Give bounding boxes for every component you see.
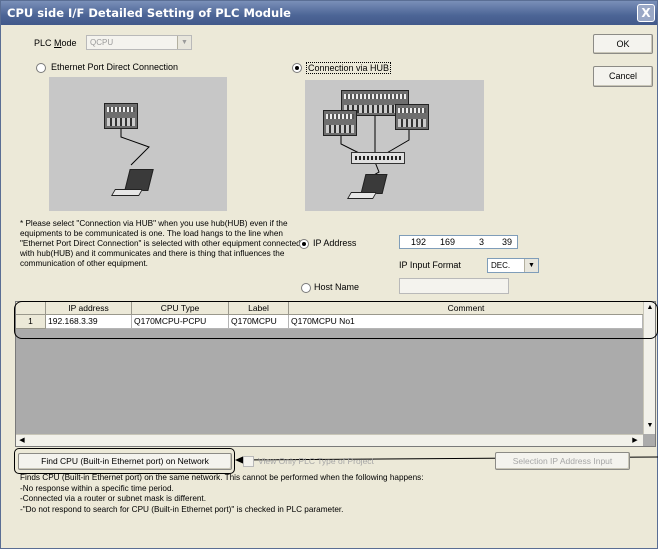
scroll-right-icon[interactable]: ▶: [629, 435, 641, 447]
cancel-button[interactable]: Cancel: [593, 66, 653, 87]
ok-button[interactable]: OK: [593, 34, 653, 54]
horizontal-scrollbar[interactable]: ◀ ▶: [16, 434, 643, 446]
direct-connection-label: Ethernet Port Direct Connection: [51, 62, 179, 72]
combo-arrow-icon: ▼: [524, 259, 538, 272]
host-name-radio[interactable]: [301, 283, 311, 293]
ip-octet-4: 39: [501, 237, 512, 247]
laptop-base-image: [346, 192, 378, 199]
find-cpu-description: Finds CPU (Built-in Ethernet port) on th…: [20, 473, 424, 514]
ip-input-format-select[interactable]: DEC. ▼: [487, 258, 539, 273]
direct-connection-diagram: [49, 77, 227, 211]
combo-arrow-icon: ▼: [177, 36, 191, 49]
hub-connection-diagram: [305, 80, 484, 211]
ip-address-label: IP Address: [313, 238, 357, 248]
view-only-label: View Only PLC Type of Project: [258, 456, 374, 466]
window-title: CPU side I/F Detailed Setting of PLC Mod…: [7, 6, 291, 20]
ip-octet-1: 192: [410, 237, 426, 247]
find-cpu-highlight: [14, 448, 235, 474]
ip-octet-2: 169: [439, 237, 455, 247]
host-name-input[interactable]: [399, 278, 509, 294]
ip-address-input[interactable]: 192 169 3 39: [399, 235, 518, 249]
laptop-base-image: [110, 189, 144, 196]
scroll-down-icon[interactable]: ▼: [644, 420, 656, 432]
ip-input-format-label: IP Input Format: [399, 260, 461, 270]
title-bar: CPU side I/F Detailed Setting of PLC Mod…: [1, 1, 657, 25]
host-name-label: Host Name: [314, 282, 360, 292]
hub-note-text: * Please select "Connection via HUB" whe…: [20, 219, 301, 268]
hub-connection-label: Connection via HUB: [306, 62, 392, 74]
scroll-left-icon[interactable]: ◀: [16, 435, 28, 447]
network-cables: [340, 116, 410, 181]
ip-address-radio[interactable]: [299, 239, 309, 249]
close-icon[interactable]: X: [637, 4, 655, 22]
plc-mode-select[interactable]: QCPU ▼: [86, 35, 192, 50]
dialog-window: CPU side I/F Detailed Setting of PLC Mod…: [0, 0, 658, 549]
selection-ip-address-button[interactable]: Selection IP Address Input: [495, 452, 630, 470]
view-only-checkbox[interactable]: [243, 456, 254, 467]
hub-image: [351, 152, 405, 164]
direct-connection-radio[interactable]: [36, 63, 46, 73]
ip-octet-3: 3: [478, 237, 484, 247]
grid-row-highlight: [14, 301, 658, 339]
hub-connection-radio[interactable]: [292, 63, 302, 73]
plc-mode-label: PLC Mode: [34, 38, 77, 48]
